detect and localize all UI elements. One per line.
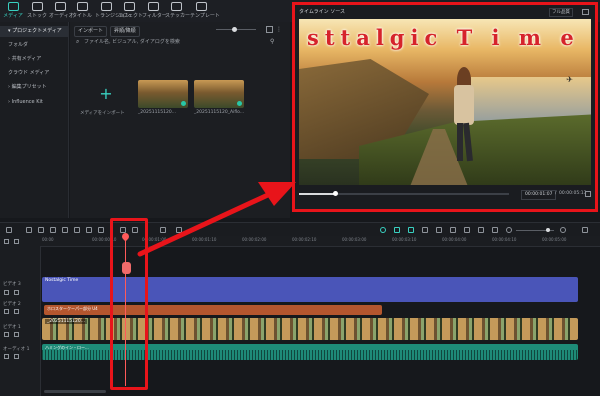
annotation-arrow	[137, 182, 296, 257]
